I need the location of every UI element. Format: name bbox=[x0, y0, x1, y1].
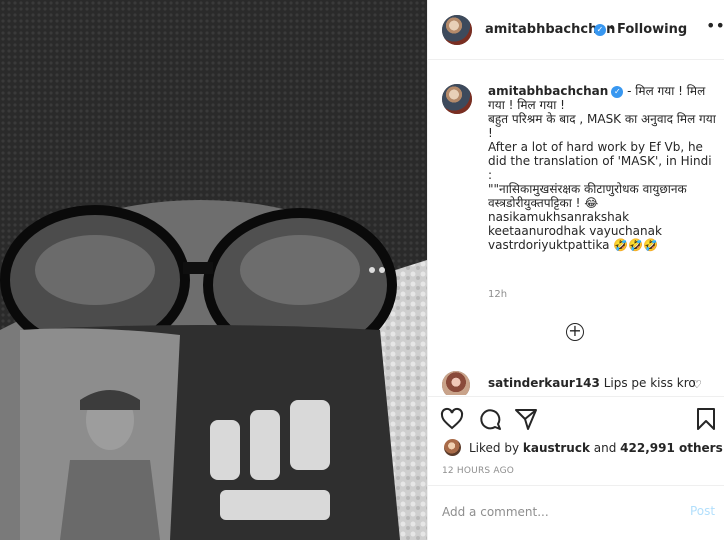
post-photo[interactable] bbox=[0, 0, 427, 540]
heart-small-icon[interactable]: ♡ bbox=[692, 378, 702, 391]
caption-time[interactable]: 12h bbox=[488, 289, 507, 300]
likes-text: Liked by kaustruck and 422,991 others bbox=[469, 441, 723, 455]
plus-circle-icon[interactable]: + bbox=[566, 323, 584, 341]
liker-avatar[interactable] bbox=[444, 439, 461, 456]
action-bar bbox=[428, 396, 724, 440]
likes-middle: and bbox=[589, 441, 621, 455]
likes-count-link[interactable]: 422,991 others bbox=[620, 441, 723, 455]
caption-avatar[interactable] bbox=[442, 84, 472, 114]
caption-line: After a lot of hard work by Ef Vb, he di… bbox=[488, 140, 712, 182]
instagram-post: amitabhbachchan ✓ • Following ••• amitab… bbox=[0, 0, 724, 540]
header-separator: • bbox=[608, 21, 616, 36]
photo-illustration bbox=[0, 0, 427, 540]
verified-badge-icon: ✓ bbox=[594, 24, 606, 36]
comment-input[interactable] bbox=[442, 502, 662, 522]
comment: satinderkaur143 Lips pe kiss kro bbox=[488, 376, 696, 390]
following-button[interactable]: Following bbox=[617, 22, 687, 37]
caption-line: बहुत परिश्रम के बाद , MASK का अनुवाद मिल… bbox=[488, 112, 716, 140]
liker-username[interactable]: kaustruck bbox=[523, 441, 590, 455]
post-header: amitabhbachchan ✓ • Following ••• bbox=[428, 0, 724, 60]
add-comment-bar: Post bbox=[428, 485, 724, 540]
commenter-avatar[interactable] bbox=[442, 371, 470, 395]
likes-prefix: Liked by bbox=[469, 441, 523, 455]
posted-time[interactable]: 12 HOURS AGO bbox=[442, 466, 514, 476]
heart-icon[interactable] bbox=[440, 407, 464, 431]
comment-icon[interactable] bbox=[478, 407, 502, 431]
caption-line: ""नासिकामुखसंरक्षक कीटाणुरोधक वायुछानक व… bbox=[488, 182, 687, 210]
bookmark-icon[interactable] bbox=[694, 407, 718, 431]
share-icon[interactable] bbox=[514, 407, 538, 431]
post-caption: amitabhbachchan ✓ - मिल गया ! मिल गया ! म… bbox=[488, 84, 718, 252]
caption-username[interactable]: amitabhbachchan bbox=[488, 84, 608, 98]
comment-username[interactable]: satinderkaur143 bbox=[488, 376, 600, 390]
caption-line: nasikamukhsanrakshak keetaanurodhak vayu… bbox=[488, 210, 662, 252]
likes-summary: Liked by kaustruck and 422,991 others bbox=[442, 438, 723, 458]
verified-badge-icon: ✓ bbox=[611, 86, 624, 98]
author-avatar[interactable] bbox=[442, 15, 472, 45]
post-comment-button[interactable]: Post bbox=[690, 504, 715, 518]
post-side-panel: amitabhbachchan ✓ • Following ••• amitab… bbox=[427, 0, 724, 540]
more-options-icon[interactable]: ••• bbox=[706, 16, 724, 35]
comments-area[interactable]: amitabhbachchan ✓ - मिल गया ! मिल गया ! म… bbox=[428, 60, 724, 395]
comment-body: Lips pe kiss kro bbox=[599, 376, 696, 390]
